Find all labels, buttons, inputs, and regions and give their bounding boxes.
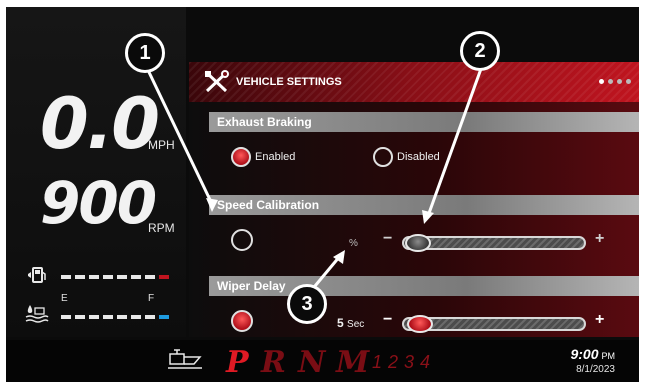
callout-1: 1	[125, 33, 165, 73]
callout-arrows	[145, 65, 484, 293]
callout-3: 3	[287, 284, 327, 324]
callout-2: 2	[460, 31, 500, 71]
